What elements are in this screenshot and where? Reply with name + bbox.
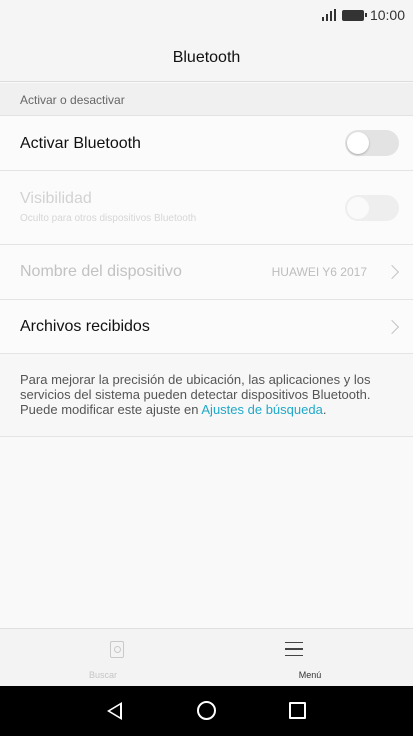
location-info-text: Para mejorar la precisión de ubicación, … [20, 372, 400, 417]
search-button: Buscar [0, 629, 206, 687]
section-header-label: Activar o desactivar [20, 93, 125, 107]
visibility-sublabel: Oculto para otros dispositivos Bluetooth [20, 213, 197, 224]
status-time: 10:00 [369, 7, 405, 23]
search-icon [110, 641, 124, 658]
section-header: Activar o desactivar [0, 83, 413, 116]
home-icon[interactable] [197, 701, 216, 720]
visibility-row: Visibilidad Oculto para otros dispositiv… [0, 171, 413, 245]
location-info-note: Para mejorar la precisión de ubicación, … [0, 354, 413, 437]
search-button-label: Buscar [88, 670, 117, 680]
chevron-right-icon [384, 319, 400, 335]
chevron-right-icon [384, 264, 400, 280]
visibility-label: Visibilidad [20, 190, 92, 207]
menu-button-label: Menú [298, 670, 322, 680]
received-files-row[interactable]: Archivos recibidos [0, 300, 413, 354]
search-settings-link[interactable]: Ajustes de búsqueda [201, 402, 322, 417]
menu-icon [285, 642, 303, 656]
title-bar: Bluetooth [0, 34, 413, 82]
menu-button[interactable]: Menú [207, 629, 413, 687]
recents-icon[interactable] [289, 702, 306, 719]
bottom-nav: Buscar Menú [0, 628, 413, 686]
toggle-knob [347, 132, 369, 154]
system-navigation-bar [0, 686, 413, 736]
page-title: Bluetooth [172, 48, 241, 66]
bluetooth-toggle-row[interactable]: Activar Bluetooth [0, 116, 413, 171]
status-bar: 10:00 [0, 0, 413, 34]
toggle-knob [347, 197, 369, 219]
device-name-value: HUAWEI Y6 2017 [271, 265, 367, 279]
status-indicators: 10:00 [321, 7, 405, 23]
bluetooth-toggle-switch[interactable] [345, 130, 399, 156]
battery-icon [341, 9, 367, 21]
info-suffix: . [322, 402, 327, 417]
visibility-toggle-switch [345, 195, 399, 221]
signal-icon [321, 9, 336, 21]
device-name-row: Nombre del dispositivo HUAWEI Y6 2017 [0, 245, 413, 300]
device-name-label: Nombre del dispositivo [20, 263, 182, 280]
received-files-label: Archivos recibidos [20, 318, 150, 335]
back-icon[interactable] [107, 702, 122, 720]
bluetooth-toggle-label: Activar Bluetooth [20, 135, 141, 152]
